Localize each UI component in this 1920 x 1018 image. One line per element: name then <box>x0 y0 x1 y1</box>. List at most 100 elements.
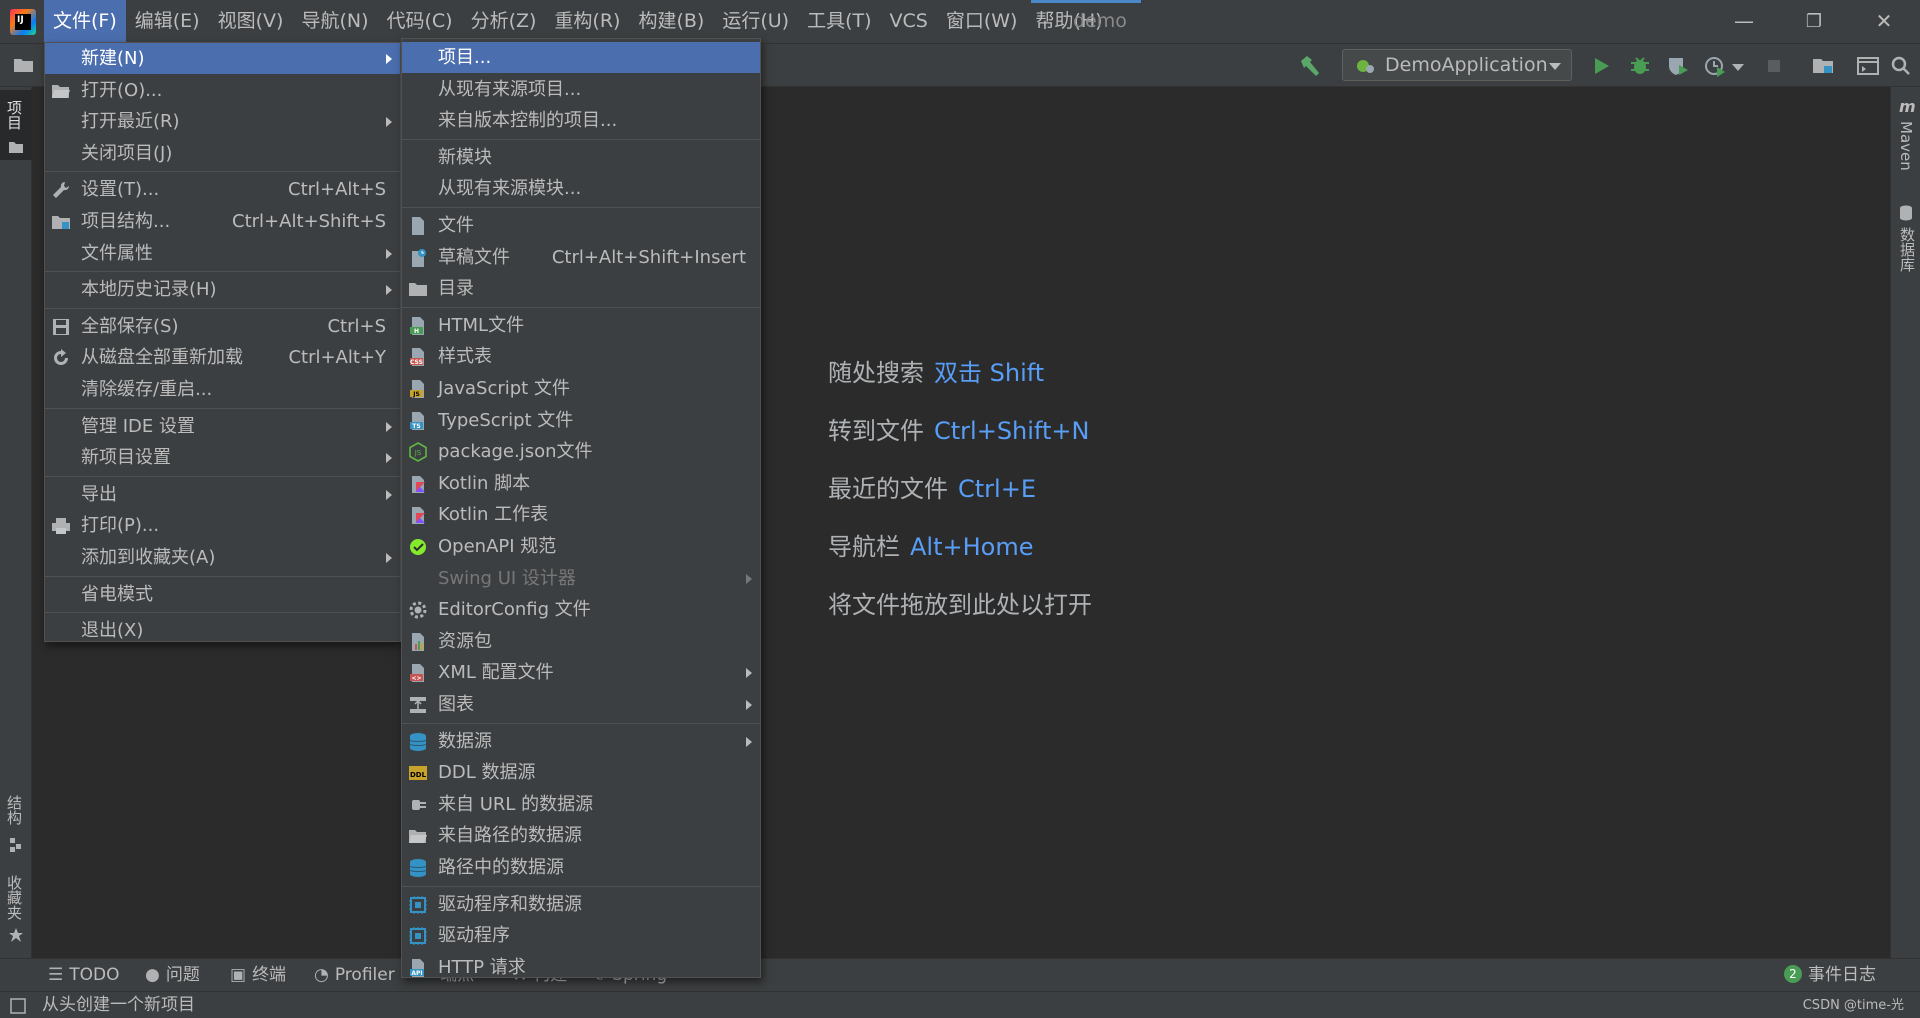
menu-item[interactable]: 分析(Z) <box>462 0 546 43</box>
tab-project-label: 项目 <box>5 100 23 130</box>
menu-item[interactable]: 导航(N) <box>292 0 377 43</box>
new-submenu-item[interactable]: H HTML文件 <box>402 310 760 341</box>
new-submenu-item[interactable]: 资源包 <box>402 626 760 657</box>
editor-hint-shortcut[interactable]: Alt+Home <box>910 533 1033 561</box>
new-submenu-item[interactable]: <> XML 配置文件 <box>402 657 760 688</box>
file-menu-item[interactable]: 打开最近(R) <box>45 106 400 137</box>
new-submenu-item[interactable]: CSS 样式表 <box>402 341 760 372</box>
file-menu-item[interactable]: 项目结构... Ctrl+Alt+Shift+S <box>45 206 400 237</box>
tab-terminal[interactable]: ▣ 终端 <box>230 959 286 992</box>
stop-icon[interactable] <box>1761 53 1787 79</box>
tab-todo[interactable]: ☰ TODO <box>48 959 120 992</box>
new-submenu-item[interactable]: 驱动程序 <box>402 920 760 951</box>
file-menu-item[interactable]: 添加到收藏夹(A) <box>45 542 400 573</box>
new-submenu-item[interactable]: 数据源 <box>402 726 760 757</box>
new-submenu-item[interactable]: DDL DDL 数据源 <box>402 757 760 788</box>
menu-item[interactable]: 窗口(W) <box>937 0 1027 43</box>
tab-maven[interactable]: m Maven <box>1891 97 1920 177</box>
new-submenu-item[interactable]: 路径中的数据源 <box>402 852 760 883</box>
tab-maven-label: Maven <box>1897 121 1915 171</box>
new-submenu-item[interactable]: API HTTP 请求 <box>402 952 760 983</box>
menu-item[interactable]: 文件(F) <box>44 0 126 43</box>
file-menu-item[interactable]: 关闭项目(J) <box>45 138 400 169</box>
menu-item[interactable]: 编辑(E) <box>126 0 209 43</box>
restore-button[interactable]: ❐ <box>1784 0 1844 43</box>
profile-icon[interactable] <box>1702 53 1728 79</box>
new-submenu-item[interactable]: Kotlin 工作表 <box>402 499 760 530</box>
tab-favorites[interactable]: 收藏夹 <box>0 867 32 967</box>
close-button[interactable]: ✕ <box>1854 0 1914 43</box>
menu-item[interactable]: 构建(B) <box>629 0 713 43</box>
run-configuration-select[interactable]: DemoApplication <box>1342 49 1572 81</box>
tab-event-log[interactable]: 2 事件日志 <box>1784 959 1876 992</box>
file-menu-item[interactable]: 新项目设置 <box>45 442 400 473</box>
new-submenu-item[interactable]: 新模块 <box>402 142 760 173</box>
new-submenu-item[interactable]: 目录 <box>402 273 760 304</box>
run-with-coverage-icon[interactable] <box>1665 53 1691 79</box>
menu-item[interactable]: 代码(C) <box>377 0 461 43</box>
editor-hint: 随处搜索 双击 Shift <box>828 355 1092 413</box>
file-menu-item[interactable]: 从磁盘全部重新加载 Ctrl+Alt+Y <box>45 342 400 373</box>
new-submenu-item-label: TypeScript 文件 <box>438 409 574 431</box>
menu-separator <box>402 722 760 724</box>
new-submenu-item[interactable]: JS JavaScript 文件 <box>402 373 760 404</box>
file-menu-item-label: 打印(P)... <box>81 515 160 537</box>
ddl-icon: DDL <box>408 762 428 782</box>
spring-boot-icon <box>1357 60 1374 73</box>
tab-structure[interactable]: 结构 <box>0 787 32 867</box>
more-run-options-icon[interactable] <box>1730 53 1746 79</box>
new-submenu-item[interactable]: 图表 <box>402 689 760 720</box>
file-menu-item[interactable]: 打开(O)... <box>45 75 400 106</box>
build-hammer-icon[interactable] <box>1297 53 1323 79</box>
search-icon[interactable] <box>1888 53 1914 79</box>
new-submenu-item[interactable]: Kotlin 脚本 <box>402 468 760 499</box>
file-menu-item[interactable]: 管理 IDE 设置 <box>45 411 400 442</box>
project-folder-icon[interactable] <box>12 52 36 78</box>
run-icon[interactable] <box>1588 53 1614 79</box>
file-menu-item[interactable]: 导出 <box>45 479 400 510</box>
new-submenu-item[interactable]: OpenAPI 规范 <box>402 531 760 562</box>
new-submenu-item[interactable]: EditorConfig 文件 <box>402 594 760 625</box>
new-submenu-item[interactable]: 从现有来源项目... <box>402 74 760 105</box>
project-structure-icon[interactable] <box>1810 53 1836 79</box>
editor-hint-shortcut[interactable]: 双击 Shift <box>934 359 1044 387</box>
api-file-icon: API <box>408 957 428 977</box>
new-submenu-item[interactable]: 从现有来源模块... <box>402 173 760 204</box>
file-menu-item[interactable]: 设置(T)... Ctrl+Alt+S <box>45 174 400 205</box>
menu-item[interactable]: VCS <box>881 0 937 43</box>
new-submenu-item[interactable]: TS TypeScript 文件 <box>402 405 760 436</box>
file-menu-item[interactable]: 全部保存(S) Ctrl+S <box>45 311 400 342</box>
menu-item[interactable]: 视图(V) <box>209 0 293 43</box>
star-icon <box>9 928 23 942</box>
menu-item[interactable]: 运行(U) <box>713 0 798 43</box>
window-icon[interactable] <box>1855 53 1881 79</box>
database-icon <box>408 857 428 877</box>
tab-project[interactable]: 项目 <box>0 90 32 160</box>
debug-icon[interactable] <box>1627 53 1653 79</box>
toggle-tool-windows-icon[interactable] <box>10 998 26 1014</box>
file-menu-item[interactable]: 打印(P)... <box>45 510 400 541</box>
new-submenu-item[interactable]: 驱动程序和数据源 <box>402 889 760 920</box>
new-submenu-item[interactable]: 来自 URL 的数据源 <box>402 789 760 820</box>
new-submenu-item[interactable]: JS package.json文件 <box>402 436 760 467</box>
file-menu-item[interactable]: 退出(X) <box>45 615 400 646</box>
file-menu-item[interactable]: 省电模式 <box>45 579 400 610</box>
minimize-button[interactable]: — <box>1714 0 1774 43</box>
menu-item[interactable]: 工具(T) <box>798 0 880 43</box>
new-submenu-item[interactable]: 来自版本控制的项目... <box>402 105 760 136</box>
tab-profiler[interactable]: ◔ Profiler <box>314 959 395 992</box>
file-menu-item[interactable]: 新建(N) <box>45 43 400 74</box>
editor-hint-shortcut[interactable]: Ctrl+Shift+N <box>934 417 1089 445</box>
tab-database[interactable]: 数据库 <box>1891 205 1920 285</box>
new-submenu-item[interactable]: 文件 <box>402 210 760 241</box>
file-menu-item[interactable]: 清除缓存/重启... <box>45 374 400 405</box>
file-menu-item-label: 管理 IDE 设置 <box>81 415 195 437</box>
file-menu-item[interactable]: 文件属性 <box>45 238 400 269</box>
new-submenu-item[interactable]: 来自路径的数据源 <box>402 820 760 851</box>
file-menu-item[interactable]: 本地历史记录(H) <box>45 274 400 305</box>
new-submenu-item[interactable]: 项目... <box>402 42 760 73</box>
tab-problems[interactable]: ● 问题 <box>145 959 200 992</box>
menu-item[interactable]: 重构(R) <box>545 0 629 43</box>
editor-hint-shortcut[interactable]: Ctrl+E <box>958 475 1036 503</box>
new-submenu-item[interactable]: 草稿文件 Ctrl+Alt+Shift+Insert <box>402 242 760 273</box>
